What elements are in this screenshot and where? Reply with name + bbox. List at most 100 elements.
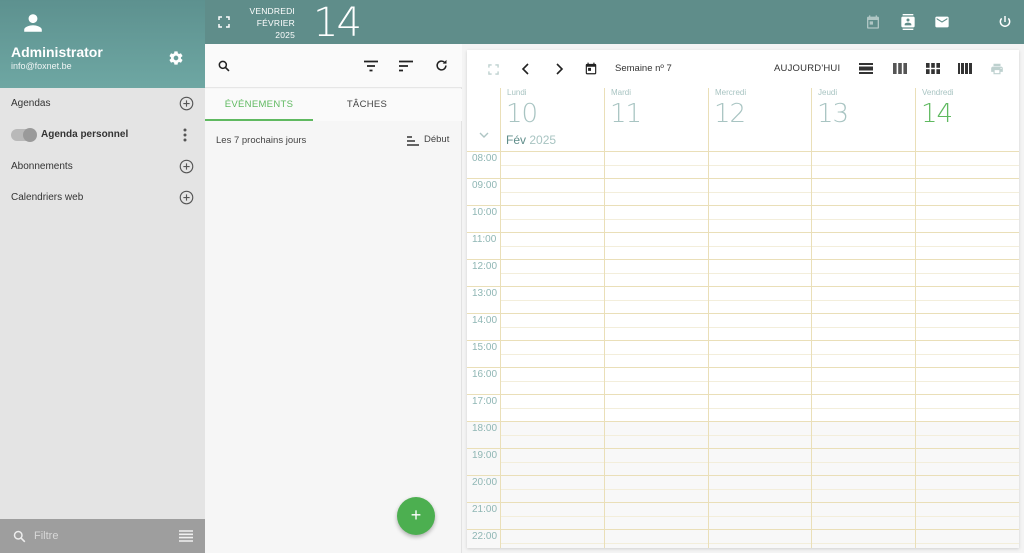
chevron-right-icon[interactable] bbox=[554, 63, 564, 75]
hour-label: 09:00 bbox=[472, 180, 498, 191]
hour-label: 20:00 bbox=[472, 477, 498, 488]
tab-events[interactable]: ÉVÉNEMENTS bbox=[205, 89, 313, 121]
calendar-grid[interactable]: 08:00 09:00 10:00 11:00 12:00 13:00 14:0… bbox=[467, 151, 1019, 548]
tab-tasks[interactable]: TÂCHES bbox=[313, 89, 421, 121]
day-column-divider bbox=[604, 151, 605, 548]
refresh-icon[interactable] bbox=[434, 58, 449, 73]
day-number: 13 bbox=[817, 99, 849, 129]
day-number: 11 bbox=[610, 99, 642, 129]
agendas-section: Agendas bbox=[0, 92, 205, 116]
sort-start-label[interactable]: Début bbox=[424, 134, 449, 145]
chevron-left-icon[interactable] bbox=[521, 63, 531, 75]
hour-row[interactable]: 22:00 bbox=[467, 529, 1019, 548]
day-column-divider bbox=[915, 151, 916, 548]
hour-label: 14:00 bbox=[472, 315, 498, 326]
hour-row[interactable]: 12:00 bbox=[467, 259, 1019, 286]
web-calendars-section: Calendriers web bbox=[0, 186, 205, 210]
hour-row[interactable]: 09:00 bbox=[467, 178, 1019, 205]
day-header-thursday[interactable]: Jeudi 13 bbox=[811, 88, 915, 151]
day-number: 12 bbox=[714, 99, 746, 129]
day-name: Vendredi bbox=[922, 88, 954, 97]
subscriptions-section: Abonnements bbox=[0, 155, 205, 179]
user-name: Administrator bbox=[11, 44, 103, 60]
personal-agenda-toggle[interactable] bbox=[11, 128, 37, 142]
user-avatar-icon[interactable] bbox=[22, 12, 44, 34]
calendar-icon[interactable] bbox=[865, 14, 881, 30]
filter-bar bbox=[0, 519, 205, 553]
current-day-number: 14 bbox=[313, 0, 362, 46]
add-event-button[interactable]: + bbox=[397, 497, 435, 535]
personal-agenda-label: Agenda personnel bbox=[41, 129, 129, 140]
day-header-wednesday[interactable]: Mercredi 12 bbox=[708, 88, 812, 151]
search-icon[interactable] bbox=[217, 59, 231, 73]
hour-row[interactable]: 15:00 bbox=[467, 340, 1019, 367]
hour-row[interactable]: 21:00 bbox=[467, 502, 1019, 529]
day-column-divider bbox=[708, 151, 709, 548]
more-vert-icon[interactable] bbox=[180, 127, 190, 143]
add-web-calendar-icon[interactable] bbox=[179, 190, 194, 205]
multi-column-view-icon[interactable] bbox=[958, 63, 972, 74]
chevron-down-icon[interactable] bbox=[479, 132, 489, 138]
day-view-icon[interactable] bbox=[859, 63, 873, 74]
hour-row[interactable]: 20:00 bbox=[467, 475, 1019, 502]
events-toolbar bbox=[205, 44, 462, 88]
month-label: Fév 2025 bbox=[506, 133, 556, 147]
day-name: Lundi bbox=[507, 88, 527, 97]
hour-row[interactable]: 10:00 bbox=[467, 205, 1019, 232]
hour-label: 19:00 bbox=[472, 450, 498, 461]
upcoming-days-label: Les 7 prochains jours bbox=[216, 135, 307, 146]
today-button[interactable]: AUJOURD'HUI bbox=[774, 63, 840, 74]
user-header: Administrator info@foxnet.be bbox=[0, 0, 205, 88]
list-menu-icon[interactable] bbox=[179, 530, 193, 542]
power-icon[interactable] bbox=[997, 14, 1013, 30]
add-agenda-icon[interactable] bbox=[179, 96, 194, 111]
web-calendars-label: Calendriers web bbox=[11, 192, 84, 203]
events-panel: ÉVÉNEMENTS TÂCHES Les 7 prochains jours … bbox=[205, 44, 462, 553]
mail-icon[interactable] bbox=[934, 14, 950, 30]
hour-label: 18:00 bbox=[472, 423, 498, 434]
hour-row[interactable]: 14:00 bbox=[467, 313, 1019, 340]
gear-icon[interactable] bbox=[168, 50, 184, 66]
hour-label: 22:00 bbox=[472, 531, 498, 542]
sidebar: Administrator info@foxnet.be Agendas Age… bbox=[0, 0, 205, 553]
day-header-tuesday[interactable]: Mardi 11 bbox=[604, 88, 708, 151]
filter-icon[interactable] bbox=[364, 60, 378, 72]
hour-row[interactable]: 17:00 bbox=[467, 394, 1019, 421]
month-view-icon[interactable] bbox=[926, 63, 940, 74]
search-icon bbox=[12, 529, 27, 544]
fullscreen-icon[interactable] bbox=[488, 64, 499, 75]
hour-row[interactable]: 08:00 bbox=[467, 151, 1019, 178]
hour-row[interactable]: 11:00 bbox=[467, 232, 1019, 259]
hour-label: 17:00 bbox=[472, 396, 498, 407]
add-subscription-icon[interactable] bbox=[179, 159, 194, 174]
hour-label: 10:00 bbox=[472, 207, 498, 218]
calendar-area: Semaine nº 7 AUJOURD'HUI Lundi 10 Mardi … bbox=[462, 44, 1024, 553]
date-picker-icon[interactable] bbox=[584, 61, 598, 76]
hour-label: 21:00 bbox=[472, 504, 498, 515]
personal-agenda-item[interactable]: Agenda personnel bbox=[0, 123, 205, 147]
current-year: 2025 bbox=[275, 30, 295, 40]
filter-input[interactable] bbox=[34, 528, 164, 544]
hour-label: 08:00 bbox=[472, 153, 498, 164]
hour-row[interactable]: 16:00 bbox=[467, 367, 1019, 394]
contacts-icon[interactable] bbox=[900, 14, 916, 30]
day-name: Mercredi bbox=[715, 88, 747, 97]
hour-row[interactable]: 13:00 bbox=[467, 286, 1019, 313]
month-year: 2025 bbox=[529, 133, 557, 147]
hour-row[interactable]: 18:00 bbox=[467, 421, 1019, 448]
day-number: 10 bbox=[506, 99, 538, 129]
sort-start-icon[interactable] bbox=[407, 136, 419, 146]
day-name: Mardi bbox=[611, 88, 632, 97]
current-weekday: VENDREDI bbox=[249, 6, 295, 16]
fullscreen-icon[interactable] bbox=[218, 16, 230, 28]
hour-row[interactable]: 19:00 bbox=[467, 448, 1019, 475]
sort-icon[interactable] bbox=[399, 60, 413, 72]
agendas-label: Agendas bbox=[11, 98, 51, 109]
day-header-friday[interactable]: Vendredi 14 bbox=[915, 88, 1019, 151]
print-icon[interactable] bbox=[990, 62, 1004, 76]
top-bar: VENDREDI FÉVRIER 2025 14 bbox=[205, 0, 1024, 46]
hour-label: 11:00 bbox=[472, 234, 497, 245]
user-email: info@foxnet.be bbox=[11, 61, 72, 71]
current-date: VENDREDI FÉVRIER 2025 bbox=[240, 5, 295, 41]
week-view-icon[interactable] bbox=[893, 63, 907, 74]
